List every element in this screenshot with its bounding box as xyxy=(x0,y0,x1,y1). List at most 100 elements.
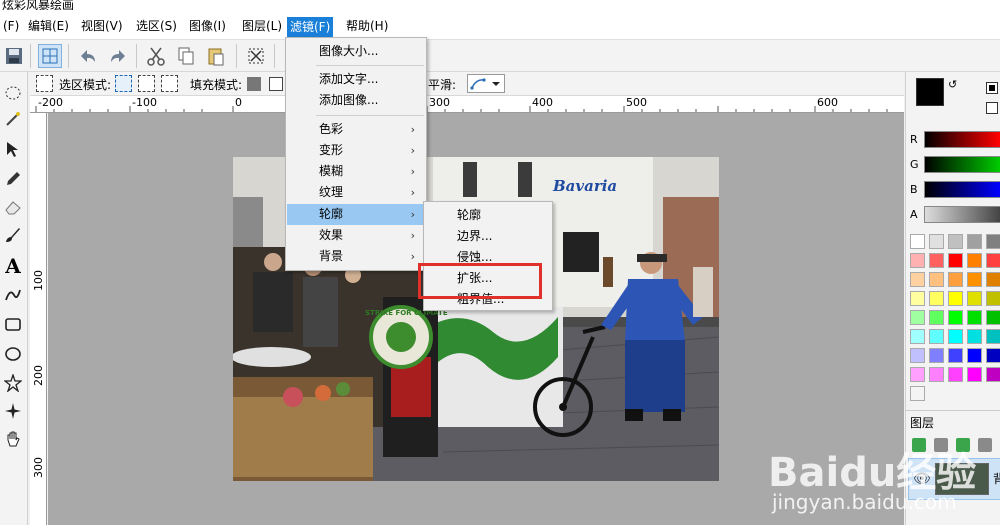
sparkle-icon[interactable] xyxy=(2,400,24,422)
palette-swatch[interactable] xyxy=(929,253,944,268)
menu-item-add-image[interactable]: 添加图像... xyxy=(287,90,425,111)
primary-color-swatch[interactable] xyxy=(916,78,944,106)
menu-item-color[interactable]: 色彩 › xyxy=(287,119,425,140)
palette-swatch[interactable] xyxy=(910,310,925,325)
palette-swatch[interactable] xyxy=(986,272,1000,287)
menu-item-outline[interactable]: 轮廓 › xyxy=(287,204,425,225)
smooth-dropdown[interactable] xyxy=(467,74,505,93)
palette-swatch[interactable] xyxy=(948,253,963,268)
palette-swatch[interactable] xyxy=(948,310,963,325)
palette-swatch[interactable] xyxy=(948,329,963,344)
undo-icon[interactable] xyxy=(76,44,100,68)
menu-select[interactable]: 选区(S) xyxy=(133,17,180,35)
watermark-sub: jingyan.baidu.com xyxy=(772,490,957,514)
redo-icon[interactable] xyxy=(106,44,130,68)
rectangle-icon[interactable] xyxy=(2,313,24,335)
paste-icon[interactable] xyxy=(204,44,228,68)
eraser-icon[interactable] xyxy=(2,196,24,218)
menu-help[interactable]: 帮助(H) xyxy=(343,17,391,35)
menu-item-effects[interactable]: 效果 › xyxy=(287,225,425,246)
color-palette[interactable] xyxy=(910,234,1000,404)
select-mode-subtract-icon[interactable] xyxy=(161,75,178,92)
palette-swatch[interactable] xyxy=(948,234,963,249)
palette-swatch[interactable] xyxy=(986,367,1000,382)
rect-select-icon[interactable] xyxy=(36,75,53,92)
swap-colors-icon[interactable]: ↺ xyxy=(948,78,957,91)
menu-item-distort[interactable]: 变形 › xyxy=(287,140,425,161)
palette-swatch[interactable] xyxy=(967,348,982,363)
menu-view[interactable]: 视图(V) xyxy=(78,17,126,35)
palette-swatch[interactable] xyxy=(948,272,963,287)
menu-image[interactable]: 图像(I) xyxy=(186,17,229,35)
fill-outline-icon[interactable] xyxy=(269,77,283,91)
pencil-icon[interactable] xyxy=(2,168,24,190)
menu-filter[interactable]: 滤镜(F) xyxy=(287,17,334,37)
menu-item-background[interactable]: 背景 › xyxy=(287,246,425,267)
palette-swatch[interactable] xyxy=(986,234,1000,249)
hand-icon[interactable] xyxy=(2,428,24,450)
menu-layer[interactable]: 图层(L) xyxy=(239,17,285,35)
palette-swatch[interactable] xyxy=(986,348,1000,363)
palette-swatch[interactable] xyxy=(929,367,944,382)
palette-swatch[interactable] xyxy=(910,348,925,363)
ellipse-icon[interactable] xyxy=(2,342,24,364)
submenu-item-border[interactable]: 边界... xyxy=(425,226,551,247)
palette-swatch[interactable] xyxy=(967,234,982,249)
palette-swatch[interactable] xyxy=(967,253,982,268)
palette-swatch[interactable] xyxy=(967,272,982,287)
menu-item-image-size[interactable]: 图像大小... xyxy=(287,41,425,62)
fill-solid-icon[interactable] xyxy=(247,77,261,91)
menu-item-texture[interactable]: 纹理 › xyxy=(287,182,425,203)
palette-swatch[interactable] xyxy=(986,310,1000,325)
palette-swatch[interactable] xyxy=(948,367,963,382)
star-icon[interactable] xyxy=(2,372,24,394)
palette-swatch[interactable] xyxy=(929,348,944,363)
highlight-annotation xyxy=(418,263,542,299)
menu-item-blur[interactable]: 模糊 › xyxy=(287,161,425,182)
select-mode-new-icon[interactable] xyxy=(115,75,132,92)
palette-swatch[interactable] xyxy=(986,253,1000,268)
menu-edit[interactable]: 编辑(E) xyxy=(25,17,72,35)
palette-swatch[interactable] xyxy=(967,291,982,306)
palette-swatch[interactable] xyxy=(910,253,925,268)
palette-swatch[interactable] xyxy=(967,367,982,382)
menu-item-add-text[interactable]: 添加文字... xyxy=(287,69,425,90)
palette-swatch[interactable] xyxy=(910,272,925,287)
grid-icon[interactable] xyxy=(38,44,62,68)
select-mode-add-icon[interactable] xyxy=(138,75,155,92)
magic-wand-icon[interactable] xyxy=(2,108,24,130)
cut-icon[interactable] xyxy=(144,44,168,68)
red-slider[interactable] xyxy=(924,131,1000,148)
palette-swatch[interactable] xyxy=(967,310,982,325)
submenu-item-outline[interactable]: 轮廓 xyxy=(425,205,551,226)
palette-swatch[interactable] xyxy=(910,386,925,401)
menu-file[interactable]: (F) xyxy=(0,17,22,35)
save-icon[interactable] xyxy=(2,44,26,68)
palette-swatch[interactable] xyxy=(948,348,963,363)
color-mode-toggle[interactable] xyxy=(986,82,998,94)
palette-swatch[interactable] xyxy=(929,234,944,249)
palette-swatch[interactable] xyxy=(986,291,1000,306)
color-mode-toggle-alt[interactable] xyxy=(986,102,998,114)
palette-swatch[interactable] xyxy=(929,272,944,287)
green-slider[interactable] xyxy=(924,156,1000,173)
palette-swatch[interactable] xyxy=(967,329,982,344)
alpha-slider[interactable] xyxy=(924,206,1000,223)
palette-swatch[interactable] xyxy=(910,367,925,382)
palette-swatch[interactable] xyxy=(910,234,925,249)
palette-swatch[interactable] xyxy=(929,291,944,306)
blue-slider[interactable] xyxy=(924,181,1000,198)
palette-swatch[interactable] xyxy=(986,329,1000,344)
pointer-icon[interactable] xyxy=(2,138,24,160)
palette-swatch[interactable] xyxy=(929,310,944,325)
copy-icon[interactable] xyxy=(174,44,198,68)
ellipse-select-icon[interactable] xyxy=(2,82,24,104)
palette-swatch[interactable] xyxy=(910,291,925,306)
palette-swatch[interactable] xyxy=(948,291,963,306)
crop-selection-icon[interactable] xyxy=(244,44,268,68)
palette-swatch[interactable] xyxy=(929,329,944,344)
text-tool-icon[interactable]: A xyxy=(2,254,24,278)
palette-swatch[interactable] xyxy=(910,329,925,344)
brush-icon[interactable] xyxy=(2,224,24,246)
curve-icon[interactable] xyxy=(2,284,24,306)
